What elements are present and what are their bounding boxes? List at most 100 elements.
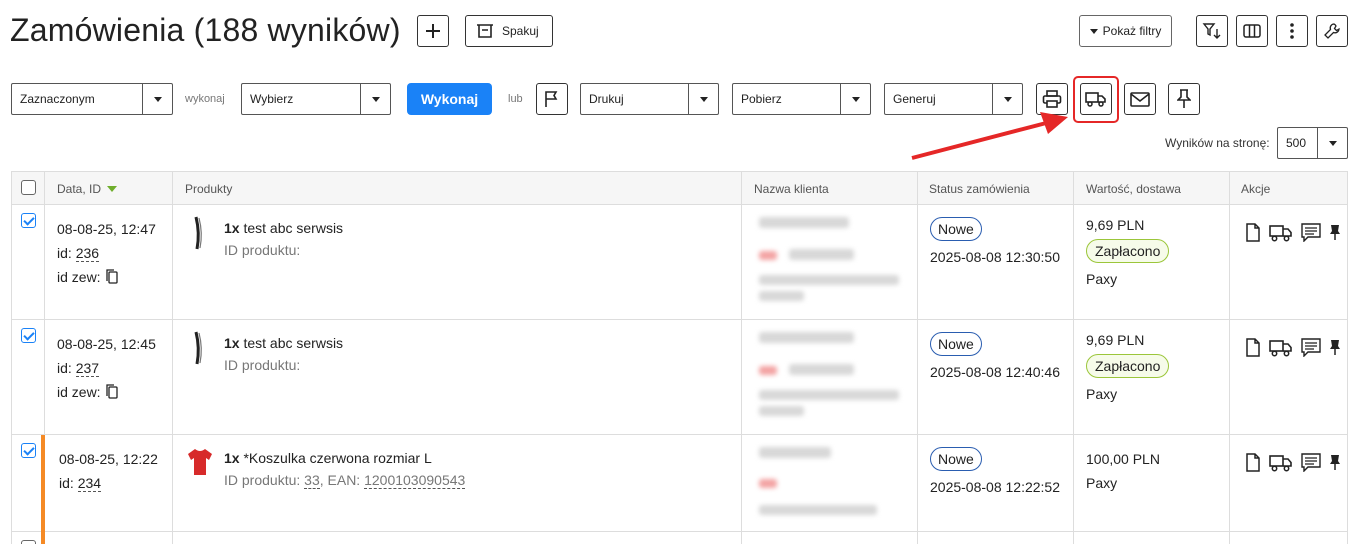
order-price: 9,69 PLN [1086,332,1145,348]
plus-icon [426,24,440,38]
client-name-redacted [759,217,849,228]
selection-caret [142,84,172,114]
show-filters-button[interactable]: Pokaż filtry [1079,15,1172,47]
truck-icon[interactable] [1269,224,1293,242]
selection-select[interactable]: Zaznaczonym [11,83,173,115]
add-order-button[interactable] [417,15,449,47]
external-id: id zew: [57,265,156,289]
product-id-link[interactable]: 33 [304,472,320,489]
truck-icon[interactable] [1269,339,1293,357]
order-date-cell: 08-08-25, 12:22 id: 234 [59,447,158,495]
comment-icon[interactable] [1301,223,1321,242]
client-name-redacted [759,332,854,343]
product-id-label: ID produktu: [224,472,301,488]
client-flag-redacted [759,366,777,375]
product-cell: 1x test abc serwsis ID produktu: [224,332,343,376]
status-badge[interactable]: Nowe [930,332,982,356]
pack-button[interactable]: Spakuj [465,15,553,47]
table-row[interactable]: 08-08-25, 12:45 id: 237 id zew: 1x test … [11,320,1348,435]
status-time: 2025-08-08 12:22:52 [930,479,1060,495]
per-page-select[interactable]: 500 [1277,127,1348,159]
table-row[interactable] [11,532,1348,544]
orders-table: Data, ID Produkty Nazwa klienta Status z… [11,171,1348,544]
order-id-link[interactable]: 234 [77,475,102,492]
header-value: Wartość, dostawa [1086,182,1181,196]
document-icon[interactable] [1245,338,1261,357]
print-caret [688,84,718,114]
settings-button[interactable] [1316,15,1348,47]
wykonaj-label: wykonaj [185,93,225,105]
pin-icon [1177,89,1191,108]
execute-button[interactable]: Wykonaj [407,83,492,115]
status-badge[interactable]: Nowe [930,217,982,241]
order-id: id: 237 [57,356,156,380]
status-time: 2025-08-08 12:30:50 [930,249,1060,265]
truck-icon[interactable] [1269,454,1293,472]
status-cell: Nowe 2025-08-08 12:30:50 [930,217,1060,265]
filter-sort-icon [1202,23,1221,39]
copy-icon[interactable] [105,384,119,400]
per-page-label: Wyników na stronę: [1165,136,1270,150]
value-cell: 9,69 PLN Zapłacono Paxy [1086,332,1170,402]
download-value: Pobierz [741,92,782,106]
email-button[interactable] [1124,83,1156,115]
order-id-link[interactable]: 237 [75,360,100,377]
product-thumbnail [191,215,205,254]
select-all-checkbox[interactable] [21,180,36,195]
row-checkbox[interactable] [21,213,36,228]
external-id: id zew: [57,380,156,404]
box-icon [477,24,493,38]
wiper-blade-icon [194,331,202,365]
client-extra-redacted [759,406,804,416]
comment-icon[interactable] [1301,338,1321,357]
order-date-cell: 08-08-25, 12:45 id: 237 id zew: [57,332,156,404]
header-date[interactable]: Data, ID [57,182,118,196]
row-checkbox[interactable] [21,328,36,343]
row-checkbox[interactable] [21,443,36,458]
order-id-link[interactable]: 236 [75,245,100,262]
document-icon[interactable] [1245,453,1261,472]
action-caret [360,84,390,114]
action-select[interactable]: Wybierz [241,83,391,115]
row-actions [1245,338,1341,357]
page-title: Zamówienia (188 wyników) [10,12,401,48]
product-line: 1x test abc serwsis [224,217,343,239]
print-select[interactable]: Drukuj [580,83,719,115]
table-row[interactable]: 08-08-25, 12:47 id: 236 id zew: 1x test … [11,205,1348,320]
product-id-label: ID produktu: [224,357,301,373]
row-actions [1245,453,1341,472]
product-name: *Koszulka czerwona rozmiar L [243,450,432,466]
product-thumbnail [191,330,205,369]
delivery-method: Paxy [1086,475,1118,491]
table-row[interactable]: 08-08-25, 12:22 id: 234 1x *Koszulka cze… [11,435,1348,544]
client-flag-redacted [759,479,777,488]
download-select[interactable]: Pobierz [732,83,871,115]
product-qty: 1x [224,220,240,236]
delivery-method: Paxy [1086,271,1118,287]
order-price: 9,69 PLN [1086,217,1145,233]
caret-down-icon [699,96,708,102]
pin-icon[interactable] [1329,339,1341,356]
client-email-redacted [759,390,899,400]
more-button[interactable] [1276,15,1308,47]
comment-icon[interactable] [1301,453,1321,472]
download-caret [840,84,870,114]
filter-sort-button[interactable] [1196,15,1228,47]
pin-icon[interactable] [1329,224,1341,241]
ean-link[interactable]: 1200103090543 [364,472,466,489]
per-page-value: 500 [1286,136,1307,150]
document-icon[interactable] [1245,223,1261,242]
copy-icon[interactable] [105,269,119,285]
flag-button[interactable] [536,83,568,115]
order-price: 100,00 PLN [1086,451,1160,467]
pin-button[interactable] [1168,83,1200,115]
client-email-redacted [759,275,899,285]
caret-down-icon [371,96,380,102]
pin-icon[interactable] [1329,454,1341,471]
external-id-label: id zew: [57,384,101,400]
columns-button[interactable] [1236,15,1268,47]
paid-badge: Zapłacono [1086,354,1170,378]
columns-icon [1243,24,1261,38]
row-checkbox[interactable] [21,540,36,544]
status-badge[interactable]: Nowe [930,447,982,471]
